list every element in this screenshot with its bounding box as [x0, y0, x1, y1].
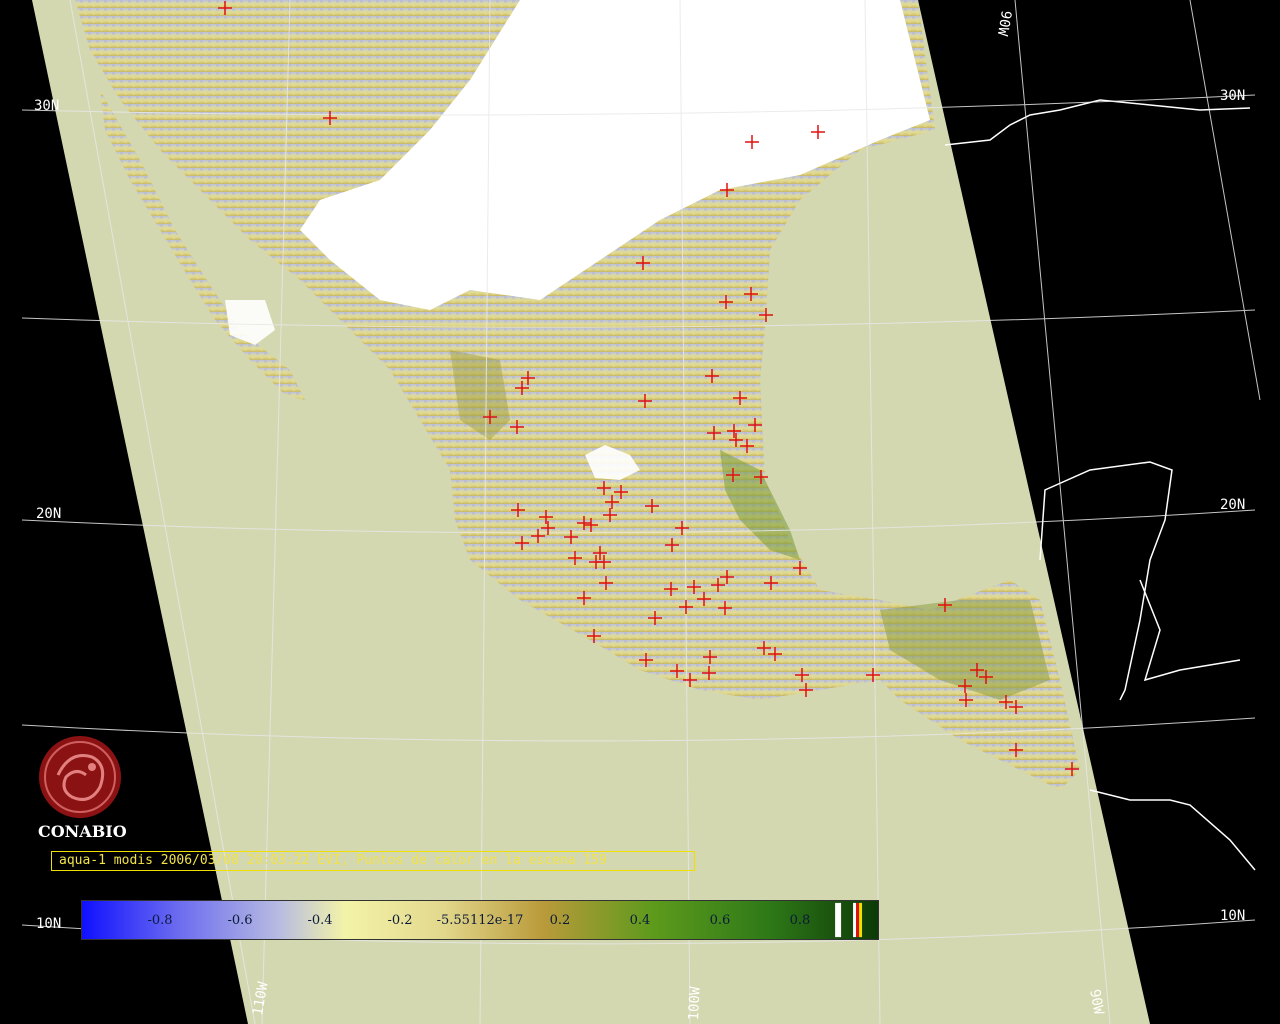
colorbar-label: -0.8	[147, 913, 173, 928]
colorbar-label: -0.2	[387, 913, 413, 928]
lat-label-20n-right: 20N	[1220, 497, 1246, 513]
lon-label-100w: 100W	[686, 986, 704, 1021]
lat-label-20n-left: 20N	[36, 506, 62, 522]
colorbar-label: 0.2	[549, 913, 571, 928]
conabio-logo-text: CONABIO	[38, 822, 127, 841]
evi-colorbar: -0.8 -0.6 -0.4 -0.2 -5.55112e-17 0.2 0.4 0.6 0.8	[81, 900, 879, 940]
lat-label-10n-right: 10N	[1220, 908, 1246, 924]
graticule-85w	[1189, 0, 1261, 401]
colorbar-label: -5.55112e-17	[436, 913, 524, 928]
scene-caption: aqua-1 modis 2006/03/08 20:03:22 EVI, Pu…	[51, 851, 695, 871]
lat-label-30n-left: 30N	[34, 98, 60, 114]
colorbar-label: -0.6	[227, 913, 253, 928]
lat-label-30n-right: 30N	[1220, 88, 1246, 104]
colorbar-label: 0.8	[789, 913, 811, 928]
lat-label-10n-left: 10N	[36, 916, 62, 932]
colorbar-label: -0.4	[307, 913, 333, 928]
colorbar-label: 0.4	[629, 913, 651, 928]
colorbar-label: 0.6	[709, 913, 731, 928]
coastline-yucatan	[1039, 461, 1241, 701]
coastline-central-america	[1089, 789, 1256, 871]
coastline-gulf-north	[944, 99, 1251, 146]
